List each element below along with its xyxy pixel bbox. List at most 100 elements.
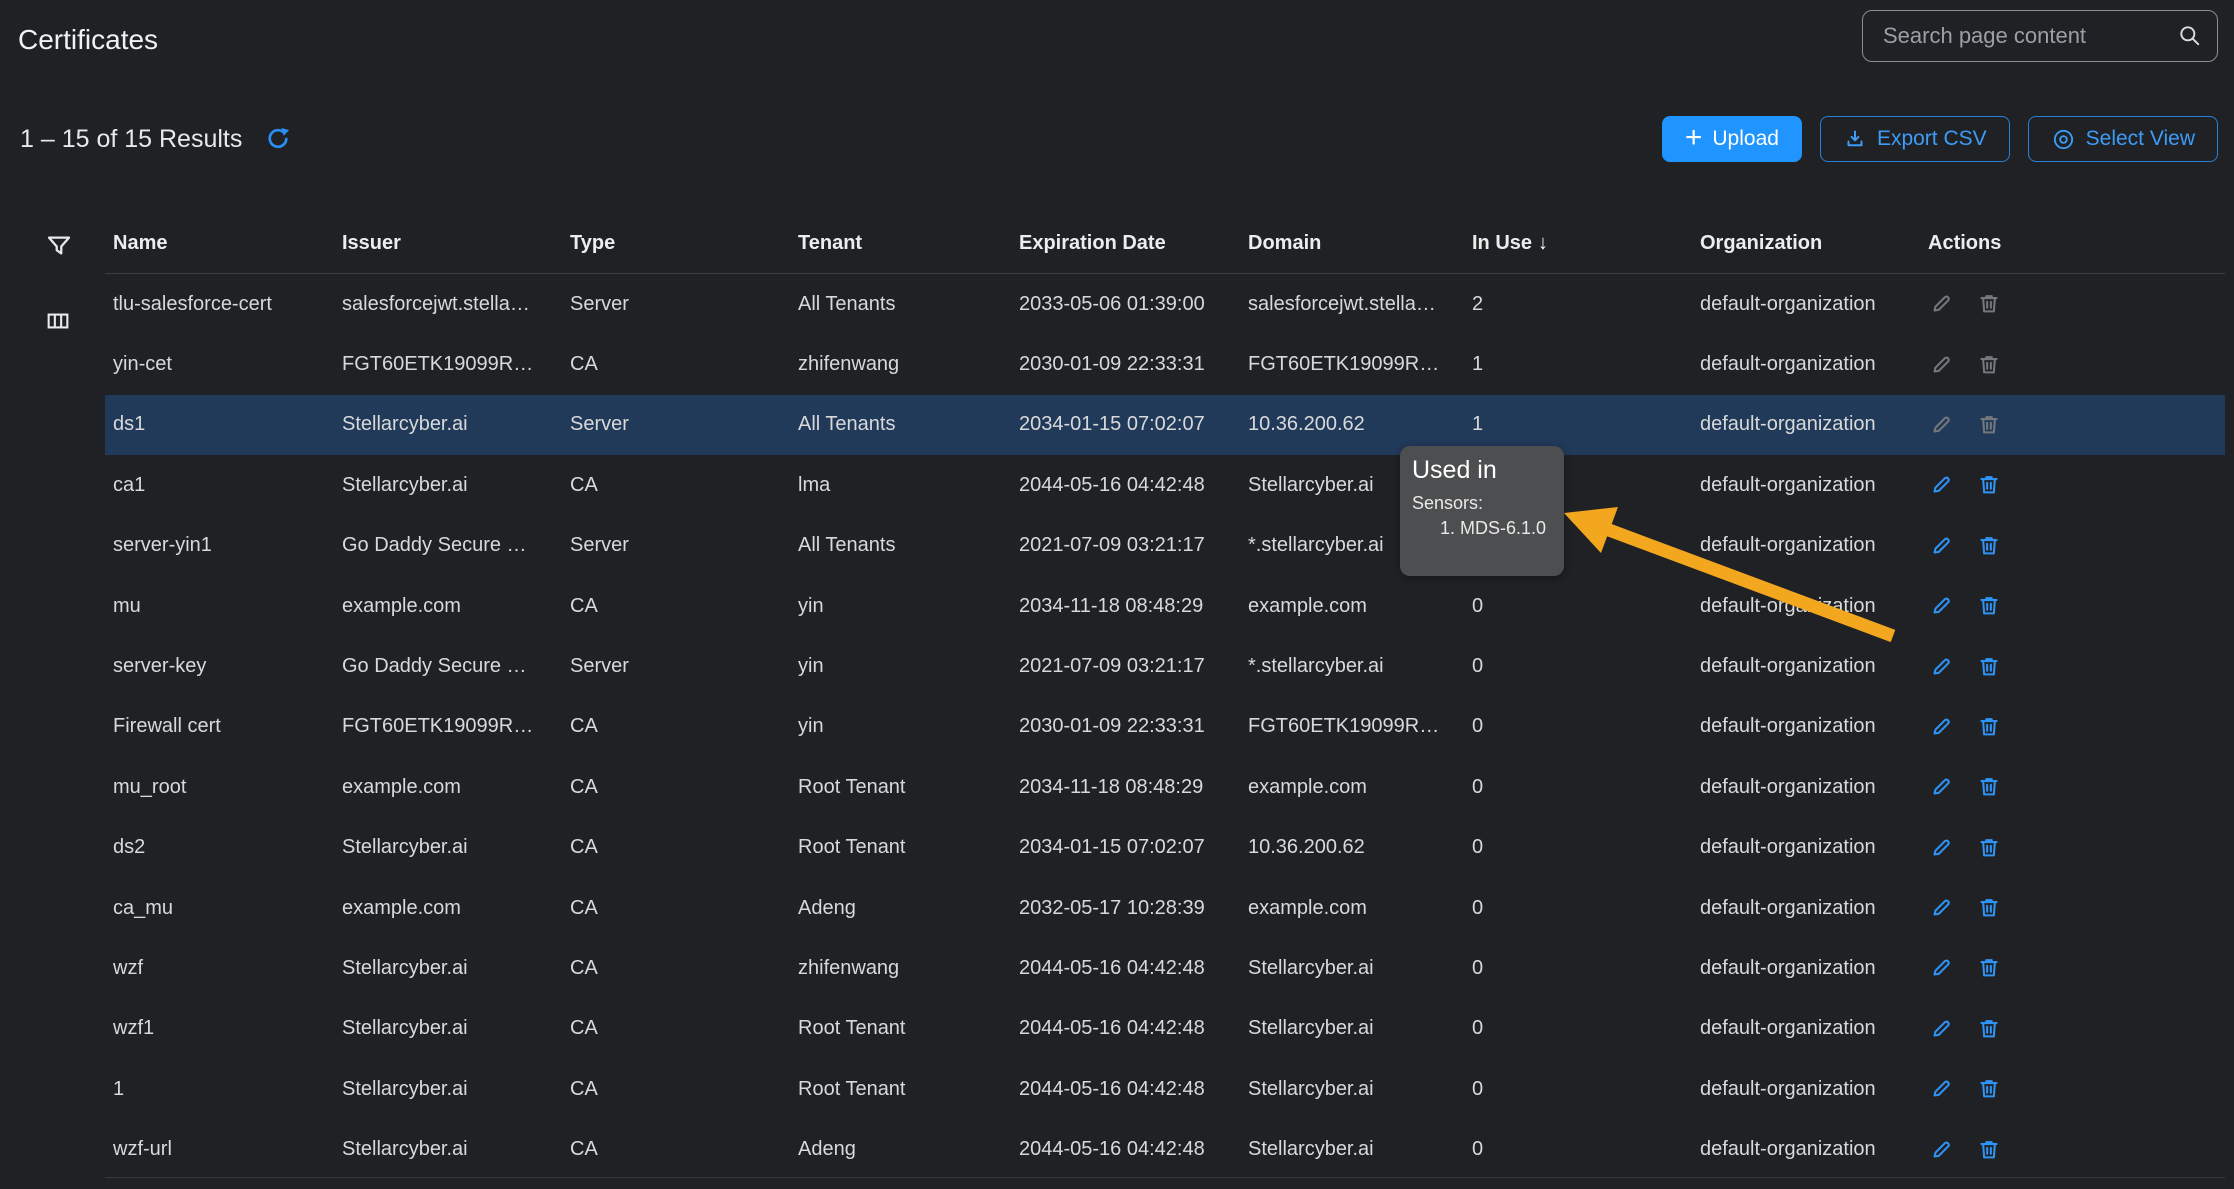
edit-button[interactable] [1928,412,1954,438]
table-row[interactable]: ds1Stellarcyber.aiServerAll Tenants2034-… [105,395,2225,455]
cell-type: CA [570,474,798,497]
cell-tenant: Root Tenant [798,1078,1019,1101]
delete-button[interactable] [1976,654,2002,680]
column-header-label: Actions [1928,232,2001,255]
cell-tenant: yin [798,715,1019,738]
column-header-actions[interactable]: Actions [1928,232,2225,255]
delete-button[interactable] [1976,412,2002,438]
edit-button[interactable] [1928,714,1954,740]
cell-expiration: 2034-01-15 07:02:07 [1019,836,1248,859]
table-row[interactable]: Firewall certFGT60ETK19099R…CAyin2030-01… [105,697,2225,757]
cell-issuer: FGT60ETK19099R… [342,715,570,738]
page-search-box[interactable] [1862,10,2218,62]
edit-button[interactable] [1928,1137,1954,1163]
column-header-label: Type [570,232,615,255]
edit-button[interactable] [1928,835,1954,861]
table-row[interactable]: tlu-salesforce-certsalesforcejwt.stella…… [105,274,2225,334]
select-view-button[interactable]: Select View [2028,116,2218,162]
column-header-label: In Use [1472,232,1532,255]
delete-button[interactable] [1976,533,2002,559]
filter-icon[interactable] [43,231,75,263]
cell-in-use: 1 [1472,413,1700,436]
cell-issuer: example.com [342,595,570,618]
cell-domain: FGT60ETK19099R… [1248,715,1472,738]
column-header-issuer[interactable]: Issuer [342,232,570,255]
edit-button[interactable] [1928,1076,1954,1102]
cell-actions [1928,472,2225,498]
column-header-name[interactable]: Name [113,232,342,255]
edit-button[interactable] [1928,472,1954,498]
trash-icon [1976,291,2002,317]
cell-domain: 10.36.200.62 [1248,413,1472,436]
search-input[interactable] [1881,22,2177,50]
delete-button[interactable] [1976,291,2002,317]
cell-tenant: yin [798,655,1019,678]
export-csv-button-label: Export CSV [1877,127,1987,151]
cell-expiration: 2044-05-16 04:42:48 [1019,957,1248,980]
cell-expiration: 2034-11-18 08:48:29 [1019,776,1248,799]
table-columns-icon[interactable] [44,307,72,335]
table-row[interactable]: server-keyGo Daddy Secure …Serveryin2021… [105,636,2225,696]
cell-domain: Stellarcyber.ai [1248,957,1472,980]
export-csv-button[interactable]: Export CSV [1820,116,2010,162]
cell-in-use: 0 [1472,1017,1700,1040]
table-row[interactable]: ca_muexample.comCAAdeng2032-05-17 10:28:… [105,878,2225,938]
trash-icon [1976,412,2002,438]
column-header-domain[interactable]: Domain [1248,232,1472,255]
table-row[interactable]: wzf-urlStellarcyber.aiCAAdeng2044-05-16 … [105,1119,2225,1179]
cell-domain: Stellarcyber.ai [1248,1138,1472,1161]
edit-button[interactable] [1928,895,1954,921]
table-row[interactable]: 1Stellarcyber.aiCARoot Tenant2044-05-16 … [105,1059,2225,1119]
edit-button[interactable] [1928,955,1954,981]
edit-button[interactable] [1928,533,1954,559]
tooltip-sensor-item: 1. MDS-6.1.0 [1412,518,1552,539]
cell-in-use: 0 [1472,715,1700,738]
edit-button[interactable] [1928,291,1954,317]
search-icon[interactable] [2177,23,2203,49]
cell-in-use: 0 [1472,957,1700,980]
cell-tenant: zhifenwang [798,353,1019,376]
cell-organization: default-organization [1700,957,1928,980]
delete-button[interactable] [1976,895,2002,921]
edit-button[interactable] [1928,654,1954,680]
cell-issuer: FGT60ETK19099R… [342,353,570,376]
delete-button[interactable] [1976,472,2002,498]
edit-button[interactable] [1928,352,1954,378]
table-row[interactable]: muexample.comCAyin2034-11-18 08:48:29exa… [105,576,2225,636]
column-header-tenant[interactable]: Tenant [798,232,1019,255]
delete-button[interactable] [1976,1076,2002,1102]
pencil-icon [1928,533,1954,559]
cell-actions [1928,352,2225,378]
column-header-expiration-date[interactable]: Expiration Date [1019,232,1248,255]
delete-button[interactable] [1976,714,2002,740]
column-header-type[interactable]: Type [570,232,798,255]
table-row[interactable]: ca1Stellarcyber.aiCAlma2044-05-16 04:42:… [105,455,2225,515]
tooltip-title: Used in [1412,456,1552,485]
edit-button[interactable] [1928,1016,1954,1042]
delete-button[interactable] [1976,1016,2002,1042]
delete-button[interactable] [1976,835,2002,861]
table-row[interactable]: wzf1Stellarcyber.aiCARoot Tenant2044-05-… [105,999,2225,1059]
edit-button[interactable] [1928,593,1954,619]
refresh-button[interactable] [264,125,292,153]
column-header-organization[interactable]: Organization [1700,232,1928,255]
table-header: NameIssuerType TenantExpiration DateDomai… [105,214,2225,274]
column-header-in-use[interactable]: In Use↓ [1472,232,1700,255]
delete-button[interactable] [1976,955,2002,981]
delete-button[interactable] [1976,1137,2002,1163]
delete-button[interactable] [1976,593,2002,619]
cell-expiration: 2021-07-09 03:21:17 [1019,534,1248,557]
cell-name: ds2 [113,836,342,859]
table-row[interactable]: ds2Stellarcyber.aiCARoot Tenant2034-01-1… [105,818,2225,878]
cell-actions [1928,835,2225,861]
table-row[interactable]: wzfStellarcyber.aiCAzhifenwang2044-05-16… [105,938,2225,998]
cell-organization: default-organization [1700,1138,1928,1161]
delete-button[interactable] [1976,352,2002,378]
table-row[interactable]: mu_rootexample.comCARoot Tenant2034-11-1… [105,757,2225,817]
upload-button[interactable]: + Upload [1662,116,1802,162]
delete-button[interactable] [1976,774,2002,800]
edit-button[interactable] [1928,774,1954,800]
table-row[interactable]: server-yin1Go Daddy Secure …ServerAll Te… [105,516,2225,576]
certificates-page: { "page": { "title": "Certificates" }, "… [0,0,2234,1189]
table-row[interactable]: yin-cetFGT60ETK19099R…CAzhifenwang2030-0… [105,334,2225,394]
